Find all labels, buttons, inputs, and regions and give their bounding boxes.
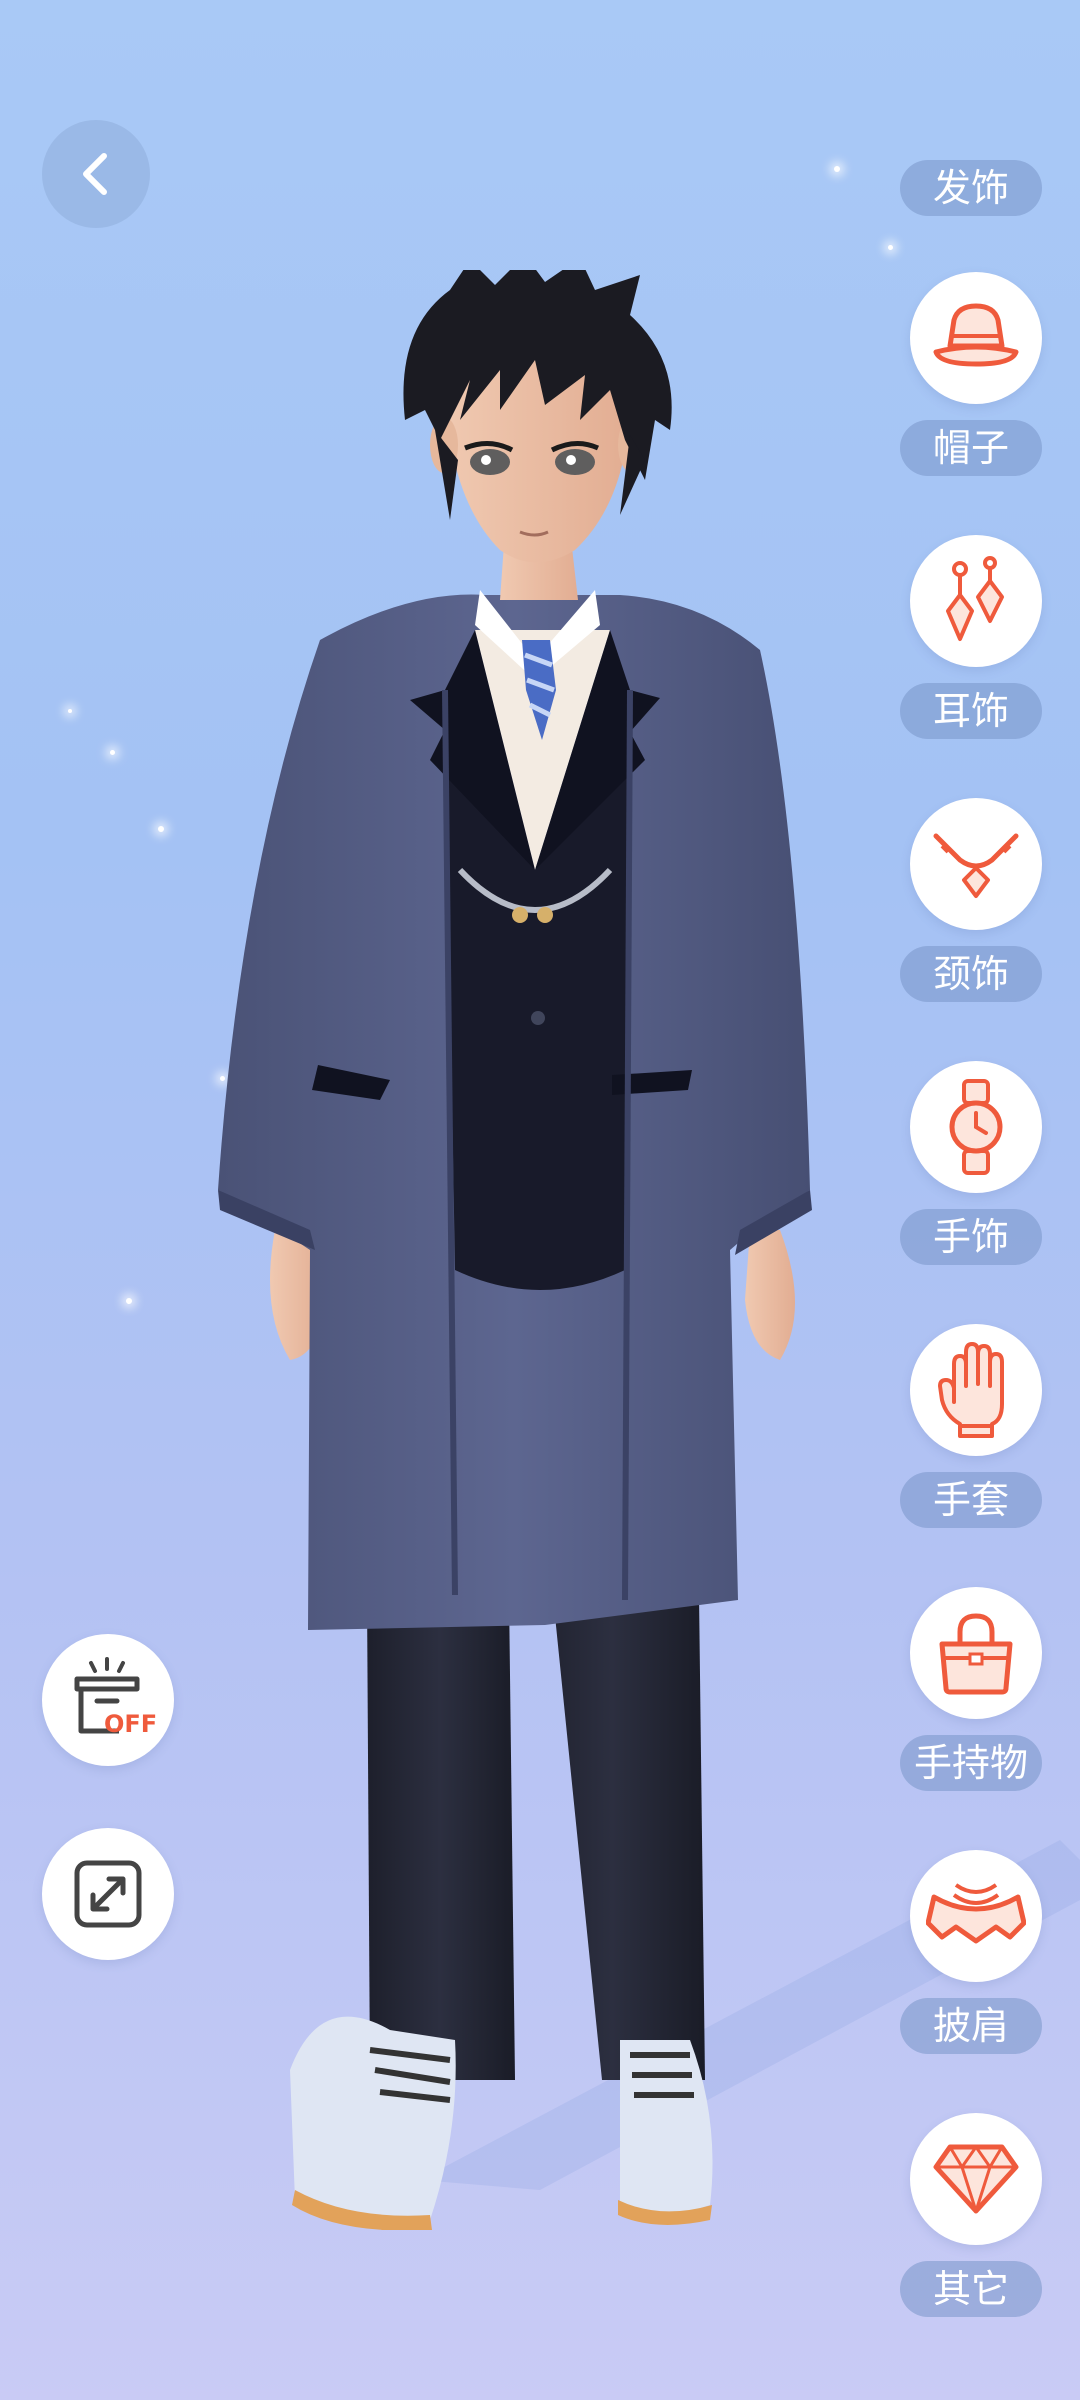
category-shawl[interactable]: 披肩 [900,1850,1050,2060]
sparkle [834,166,840,172]
sparkle [888,245,893,250]
dressing-room-screen: 发饰 帽子 耳饰 颈饰 手饰 手套 手持物 披肩 其它 OFF [0,0,1080,2400]
category-earrings[interactable]: 耳饰 [900,535,1050,745]
necklace-icon [933,833,1019,898]
category-label: 手持物 [900,1735,1042,1791]
category-label: 披肩 [900,1998,1042,2054]
category-handheld[interactable]: 手持物 [900,1587,1050,1797]
sparkle [68,709,72,713]
category-wrist-accessory-button[interactable] [910,1061,1042,1193]
handbag-icon [939,1613,1013,1695]
wristwatch-icon [949,1079,1003,1175]
avatar-character [218,270,812,2230]
category-necklace[interactable]: 颈饰 [900,798,1050,1008]
sparkle [126,1298,132,1304]
category-label: 手套 [900,1472,1042,1528]
diamond-icon [933,2144,1019,2214]
category-handheld-button[interactable] [910,1587,1042,1719]
category-necklace-button[interactable] [910,798,1042,930]
expand-arrows-icon [74,1860,142,1928]
category-label: 手饰 [900,1209,1042,1265]
sparkle [110,750,115,755]
glove-icon [938,1342,1004,1438]
category-wrist-accessory[interactable]: 手饰 [900,1061,1050,1271]
category-shawl-button[interactable] [910,1850,1042,1982]
expand-view-button[interactable] [42,1828,174,1960]
back-button[interactable] [42,120,150,228]
category-label: 颈饰 [900,946,1042,1002]
category-hat[interactable]: 帽子 [900,272,1050,482]
shawl-icon [926,1883,1026,1944]
category-other[interactable]: 其它 [900,2113,1050,2323]
category-hair-accessory[interactable]: 发饰 [900,160,1050,220]
category-hat-button[interactable] [910,272,1042,404]
bucket-hat-icon [933,303,1019,367]
hide-accessories-toggle[interactable]: OFF [42,1634,174,1766]
category-label: 其它 [900,2261,1042,2317]
category-other-button[interactable] [910,2113,1042,2245]
category-label: 帽子 [900,420,1042,476]
earrings-icon [946,556,1004,641]
chevron-left-icon [83,153,107,195]
off-badge: OFF [104,1710,158,1738]
category-label: 发饰 [900,160,1042,216]
category-gloves[interactable]: 手套 [900,1324,1050,1534]
category-label: 耳饰 [900,683,1042,739]
category-earrings-button[interactable] [910,535,1042,667]
sparkle [158,826,164,832]
category-gloves-button[interactable] [910,1324,1042,1456]
